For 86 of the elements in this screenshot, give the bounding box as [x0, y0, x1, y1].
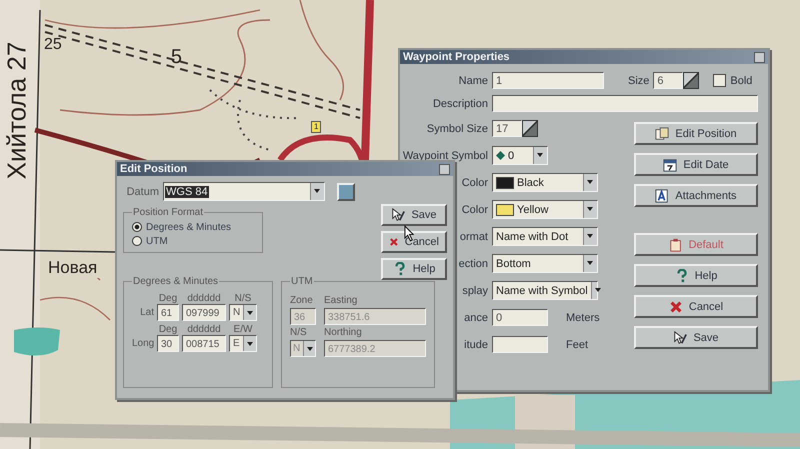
group-title: Position Format — [132, 207, 204, 218]
column-heading: Deg — [158, 293, 178, 304]
hemisphere-dropdown[interactable]: E — [229, 335, 257, 352]
edit-date-button[interactable]: Edit Date — [634, 153, 758, 176]
hemisphere-dropdown[interactable]: N — [229, 304, 257, 321]
field-label: Waypoint Symbol — [402, 150, 488, 162]
radio-button[interactable] — [132, 222, 142, 232]
datum-dropdown[interactable]: WGS 84 — [163, 182, 325, 201]
bold-checkbox[interactable] — [713, 74, 726, 87]
input-field[interactable]: 0 — [492, 309, 548, 326]
map-label: 25 — [44, 36, 63, 54]
calendar-icon — [663, 158, 678, 172]
symbol-dropdown[interactable]: 0 — [492, 146, 548, 165]
dropdown[interactable]: Name with Dot — [492, 227, 598, 246]
question-mark-icon — [392, 262, 407, 276]
radio-label: Degrees & Minutes — [146, 222, 232, 232]
radio-button[interactable] — [132, 236, 142, 246]
clipboard-icon — [668, 238, 683, 252]
spinner-icon[interactable] — [522, 120, 538, 137]
degrees-field[interactable]: 61 — [157, 304, 179, 321]
dropdown[interactable]: Black — [492, 173, 598, 192]
cancel-button[interactable]: Cancel — [381, 231, 447, 253]
field-label: Lat — [139, 307, 154, 318]
dropdown[interactable]: Yellow — [492, 200, 598, 219]
window-title: Waypoint Properties — [403, 51, 510, 63]
save-button[interactable]: Save — [634, 326, 758, 349]
close-button[interactable] — [439, 164, 450, 174]
degrees-field[interactable]: 30 — [157, 335, 179, 352]
edit-position-button[interactable]: Edit Position — [634, 122, 758, 145]
minutes-field[interactable]: 008715 — [182, 335, 226, 352]
field-label: splay — [462, 284, 488, 296]
dropdown[interactable]: Name with Symbol — [492, 281, 598, 300]
input-field[interactable] — [492, 336, 548, 353]
field-label: Long — [132, 338, 154, 349]
field-label: itude — [464, 338, 488, 350]
dropdown[interactable]: Bottom — [492, 254, 598, 273]
field-label: Description — [432, 98, 488, 110]
column-heading: dddddd — [186, 324, 222, 335]
pointer-pencil-icon — [391, 208, 406, 222]
column-heading: Easting — [324, 295, 358, 306]
pointer-pencil-icon — [673, 330, 688, 344]
field-label: Name — [458, 74, 488, 86]
column-heading: E/W — [232, 324, 254, 335]
name-field[interactable]: 1 — [492, 72, 604, 89]
field-label: Symbol Size — [426, 122, 488, 134]
field-label: Color — [462, 176, 488, 188]
description-field[interactable] — [492, 95, 758, 112]
map-label: Хийтола 27 — [1, 42, 32, 180]
unit-label: Feet — [566, 338, 588, 350]
column-heading: dddddd — [186, 293, 222, 304]
help-button[interactable]: Help — [381, 258, 447, 280]
letter-a-document-icon — [655, 188, 670, 202]
map-label: Новая — [46, 258, 100, 278]
field-label: ance — [464, 312, 488, 324]
column-heading: N/S — [234, 293, 252, 304]
field-label: Datum — [126, 186, 159, 198]
diamond-symbol-icon — [496, 151, 505, 160]
column-heading: N/S — [290, 327, 308, 338]
column-heading: Deg — [158, 324, 178, 335]
cross-icon — [668, 300, 683, 314]
size-field[interactable]: 6 — [653, 72, 684, 89]
waypoint-marker[interactable]: 1 — [311, 121, 322, 133]
close-button[interactable] — [754, 52, 765, 62]
unit-label: Meters — [566, 312, 600, 324]
field-label: Color — [462, 204, 488, 216]
field-label: ormat — [460, 230, 488, 242]
radio-label: UTM — [146, 236, 168, 246]
minutes-field[interactable]: 097999 — [182, 304, 226, 321]
group-title: UTM — [290, 276, 314, 287]
column-heading: Northing — [324, 327, 363, 338]
group-title: Degrees & Minutes — [132, 276, 220, 287]
question-mark-icon — [674, 268, 689, 282]
help-button[interactable]: Help — [634, 264, 758, 287]
attachments-button[interactable]: Attachments — [634, 184, 758, 207]
documents-icon — [655, 126, 670, 140]
field-label: Size — [628, 74, 650, 86]
field-label: ection — [458, 258, 488, 270]
window-title: Edit Position — [120, 163, 188, 175]
map-label: 5 — [170, 46, 182, 69]
save-button[interactable]: Save — [381, 204, 447, 226]
spinner-icon[interactable] — [683, 72, 700, 89]
column-heading: Zone — [290, 295, 314, 306]
cancel-button[interactable]: Cancel — [634, 295, 758, 318]
grid-button[interactable] — [337, 182, 355, 200]
symbol-size-field[interactable]: 17 — [492, 120, 522, 137]
checkbox-label: Bold — [730, 74, 752, 86]
